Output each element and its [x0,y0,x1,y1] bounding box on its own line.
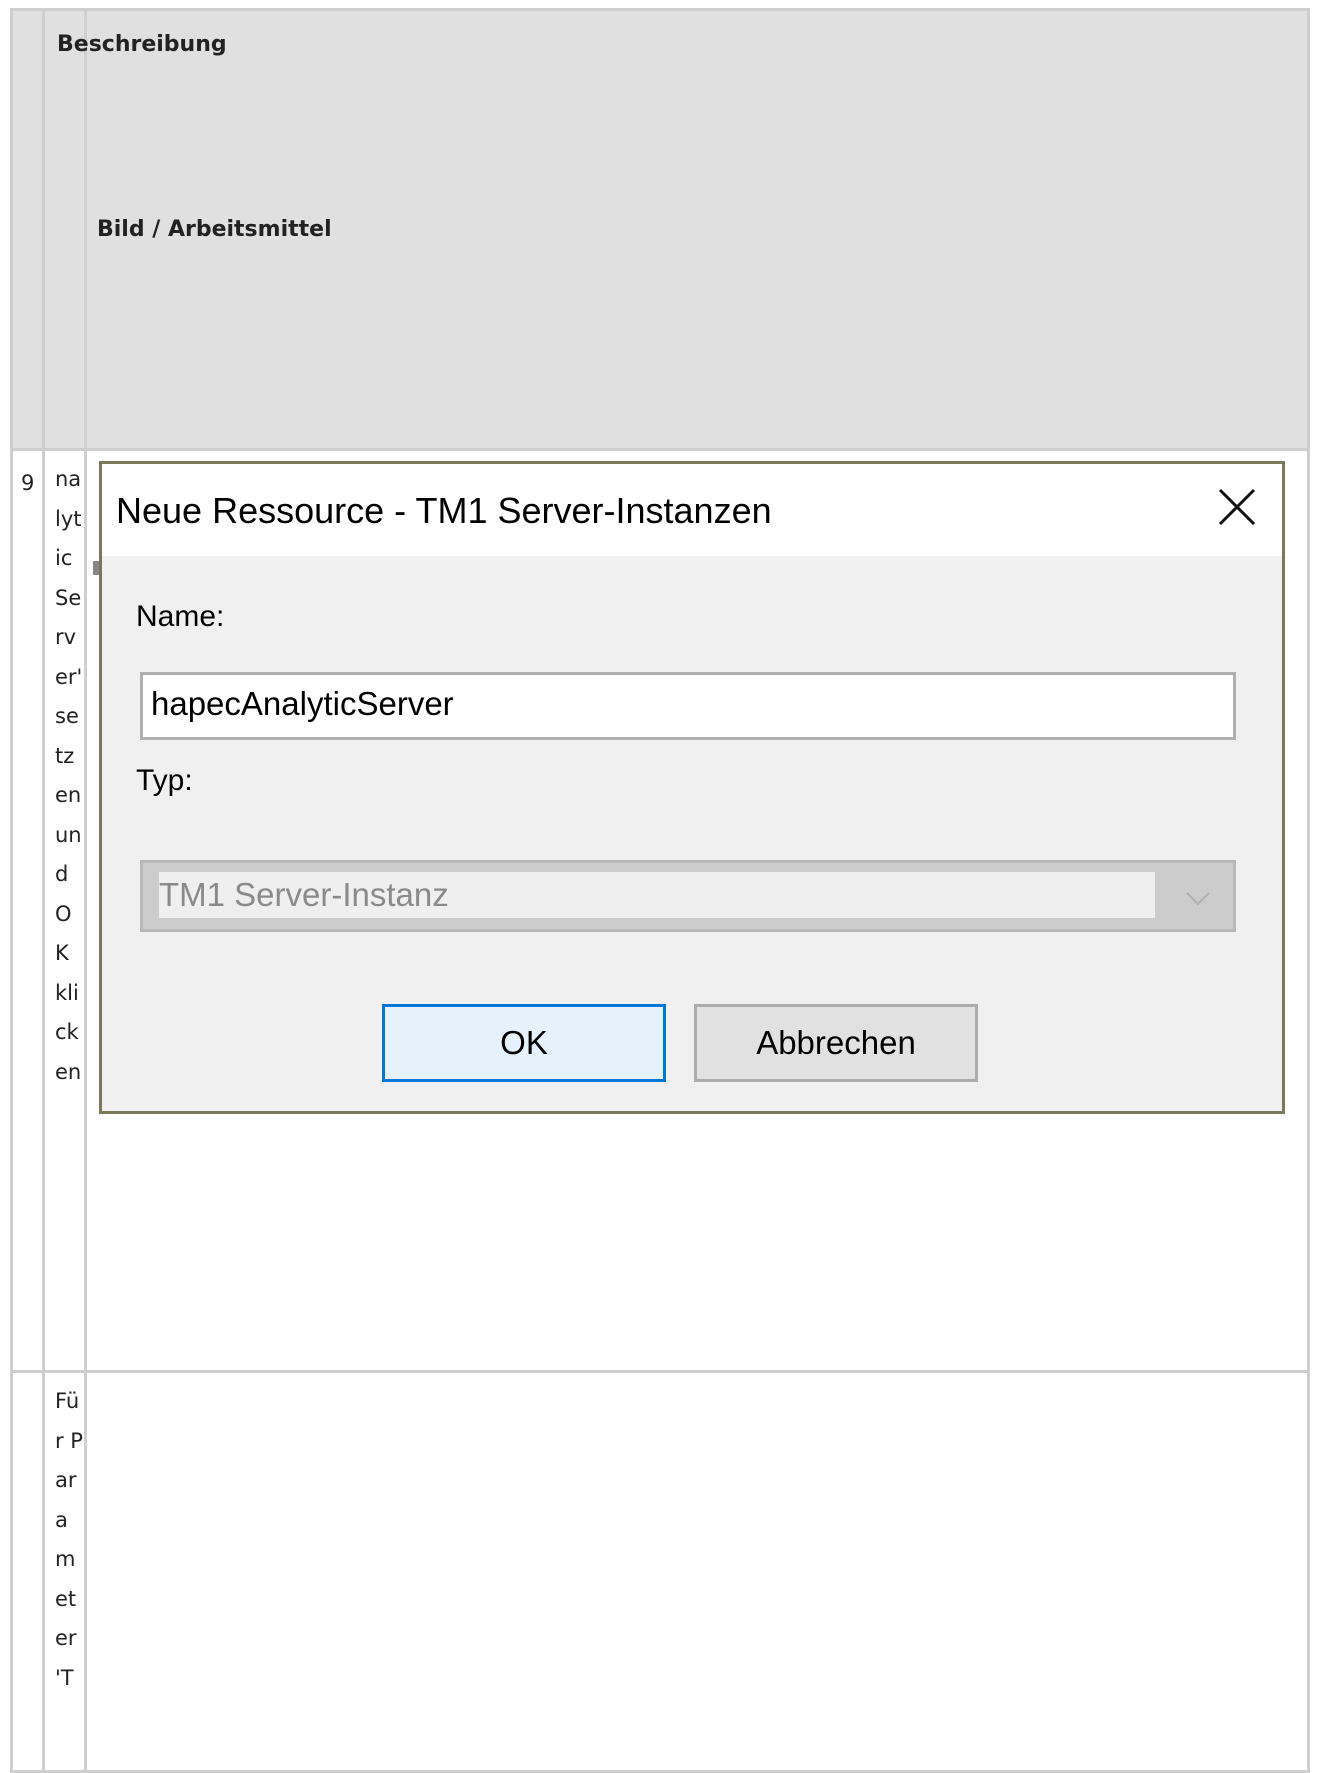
step-number [10,1370,45,1773]
cancel-button[interactable]: Abbrechen [694,1004,978,1082]
new-resource-dialog: Neue Ressource - TM1 Server-Instanzen Na… [99,461,1285,1114]
name-label: Name: [136,600,225,633]
step-description: nalyticServer' setzen und OK klicken [42,448,87,1373]
name-field[interactable]: hapecAnalyticServer [140,672,1236,740]
chevron-down-icon [1183,883,1213,913]
dialog-title: Neue Ressource - TM1 Server-Instanzen [116,490,772,531]
ok-button[interactable]: OK [382,1004,666,1082]
close-icon[interactable] [1212,482,1262,532]
screenshot-cell [84,1370,1310,1773]
step-number: 9 [10,448,45,1373]
header-image-tools: Bild / Arbeitsmittel [84,8,1310,451]
header-number-cell [10,8,45,451]
type-select[interactable]: TM1 Server-Instanz [140,860,1236,932]
table-row: Für Parameter 'T [10,1370,1310,1773]
type-select-value: TM1 Server-Instanz [159,872,1155,918]
table-row: 9 nalyticServer' setzen und OK klicken N… [10,448,1310,1373]
dialog-titlebar: Neue Ressource - TM1 Server-Instanzen [102,464,1282,556]
header-description: Beschreibung [42,8,227,451]
screenshot-cell: Neue Ressource - TM1 Server-Instanzen Na… [84,448,1310,1373]
step-description: Für Parameter 'T [42,1370,87,1773]
header-row: Beschreibung Bild / Arbeitsmittel [10,8,1310,451]
type-label: Typ: [136,764,193,797]
instruction-table: Beschreibung Bild / Arbeitsmittel 9 naly… [10,8,1310,1773]
